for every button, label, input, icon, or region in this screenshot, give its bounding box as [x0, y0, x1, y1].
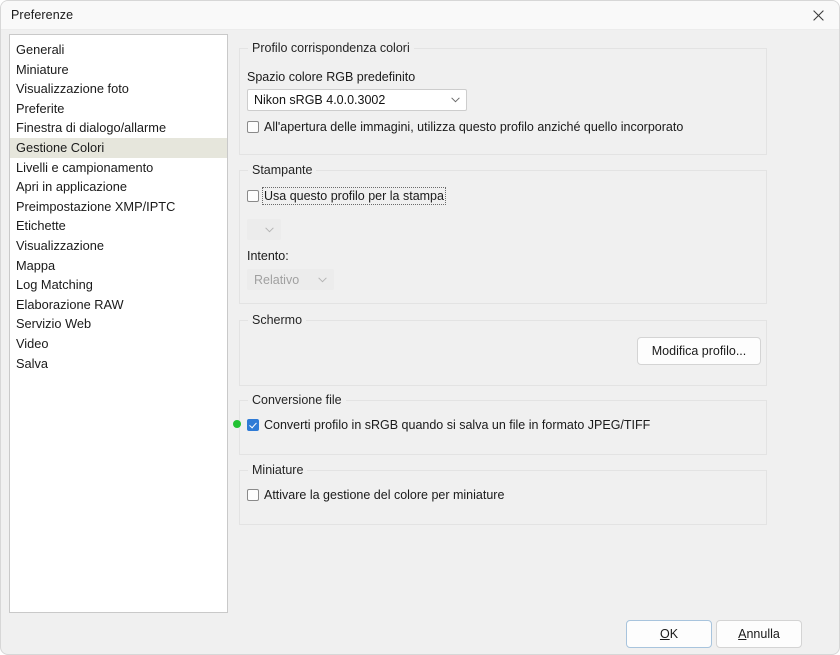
sidebar-item-label: Preimpostazione XMP/IPTC: [16, 198, 176, 214]
cancel-label-suffix: nnulla: [746, 627, 780, 641]
checkbox-box: [247, 190, 259, 202]
sidebar-item-apri-in-applicazione[interactable]: Apri in applicazione: [10, 177, 227, 197]
checkbox-label: Attivare la gestione del colore per mini…: [264, 488, 505, 502]
sidebar-item-label: Servizio Web: [16, 316, 92, 332]
sidebar-item-label: Generali: [16, 42, 65, 57]
printer-profile-dropdown[interactable]: [247, 219, 281, 240]
intent-value: Relativo: [254, 272, 300, 287]
sidebar-item-finestra-dialogo-allarme[interactable]: Finestra di dialogo/allarme: [10, 118, 227, 138]
checkbox-label: Usa questo profilo per la stampa: [262, 187, 446, 205]
chevron-down-icon: [258, 226, 280, 233]
ok-button[interactable]: OK: [626, 620, 712, 648]
sidebar-item-etichette[interactable]: Etichette: [10, 216, 227, 236]
rgb-colorspace-value: Nikon sRGB 4.0.0.3002: [254, 93, 386, 107]
modified-setting-marker: [233, 420, 241, 428]
sidebar-item-label: Elaborazione RAW: [16, 296, 124, 312]
sidebar-item-salva[interactable]: Salva: [10, 354, 227, 374]
sidebar-item-label: Livelli e campionamento: [16, 159, 154, 175]
sidebar-item-elaborazione-raw[interactable]: Elaborazione RAW: [10, 295, 227, 315]
sidebar-item-log-matching[interactable]: Log Matching: [10, 275, 227, 295]
intent-dropdown[interactable]: Relativo: [247, 269, 334, 290]
sidebar-item-label: Mappa: [16, 257, 56, 273]
label-intento: Intento:: [247, 249, 289, 263]
preferences-dialog: Preferenze Generali Miniature Visualizza…: [0, 0, 840, 655]
checkbox-box: [247, 121, 259, 133]
window-title: Preferenze: [11, 8, 74, 22]
rgb-colorspace-dropdown[interactable]: Nikon sRGB 4.0.0.3002: [247, 89, 467, 111]
checkbox-usa-profilo-stampa[interactable]: Usa questo profilo per la stampa: [247, 187, 446, 205]
checkbox-usa-profilo-apertura[interactable]: All'apertura delle immagini, utilizza qu…: [247, 120, 683, 134]
close-icon: [812, 10, 824, 21]
group-legend-miniature: Miniature: [248, 463, 308, 477]
category-list[interactable]: Generali Miniature Visualizzazione foto …: [9, 34, 228, 613]
sidebar-item-visualizzazione-foto[interactable]: Visualizzazione foto: [10, 79, 227, 99]
edit-profile-button-label: Modifica profilo...: [651, 344, 747, 358]
checkbox-attivare-gestione-colore-miniature[interactable]: Attivare la gestione del colore per mini…: [247, 488, 504, 502]
label-spazio-colore-rgb: Spazio colore RGB predefinito: [247, 70, 416, 84]
ok-button-label: OK: [660, 627, 678, 641]
sidebar-item-video[interactable]: Video: [10, 334, 227, 354]
checkbox-label: All'apertura delle immagini, utilizza qu…: [264, 120, 684, 134]
sidebar-item-livelli-e-campionamento[interactable]: Livelli e campionamento: [10, 158, 227, 178]
chevron-down-icon: [311, 276, 333, 283]
sidebar-item-visualizzazione[interactable]: Visualizzazione: [10, 236, 227, 256]
checkbox-converti-profilo-srgb[interactable]: Converti profilo in sRGB quando si salva…: [247, 418, 650, 432]
sidebar-item-label: Miniature: [16, 61, 69, 77]
sidebar-item-label: Finestra di dialogo/allarme: [16, 120, 167, 136]
group-legend-conversione: Conversione file: [248, 393, 346, 407]
sidebar-item-label: Gestione Colori: [16, 139, 105, 155]
sidebar-item-mappa[interactable]: Mappa: [10, 256, 227, 276]
sidebar-item-label: Salva: [16, 355, 49, 371]
cancel-button-label: Annulla: [738, 627, 780, 641]
checkbox-label: Converti profilo in sRGB quando si salva…: [264, 418, 651, 432]
category-list-items: Generali Miniature Visualizzazione foto …: [10, 35, 227, 373]
cancel-button[interactable]: Annulla: [716, 620, 802, 648]
sidebar-item-label: Visualizzazione foto: [16, 81, 129, 97]
sidebar-item-miniature[interactable]: Miniature: [10, 60, 227, 80]
sidebar-item-preimpostazione-xmp-iptc[interactable]: Preimpostazione XMP/IPTC: [10, 197, 227, 217]
edit-profile-button[interactable]: Modifica profilo...: [637, 337, 761, 365]
title-bar: Preferenze: [1, 1, 839, 30]
sidebar-item-servizio-web[interactable]: Servizio Web: [10, 314, 227, 334]
settings-panel: Profilo corrispondenza colori Spazio col…: [233, 34, 805, 604]
group-legend-profilo: Profilo corrispondenza colori: [248, 41, 414, 55]
sidebar-item-label: Preferite: [16, 100, 65, 116]
group-legend-stampante: Stampante: [248, 163, 317, 177]
chevron-down-icon: [444, 97, 466, 103]
checkbox-box: [247, 419, 259, 431]
sidebar-item-label: Visualizzazione: [16, 237, 104, 253]
sidebar-item-preferite[interactable]: Preferite: [10, 99, 227, 119]
checkbox-box: [247, 489, 259, 501]
sidebar-item-generali[interactable]: Generali: [10, 40, 227, 60]
ok-accel-char: O: [659, 627, 670, 641]
sidebar-item-gestione-colori[interactable]: Gestione Colori: [10, 137, 227, 158]
close-button[interactable]: [795, 1, 839, 30]
sidebar-item-label: Apri in applicazione: [16, 179, 127, 195]
ok-label-suffix: K: [669, 627, 679, 641]
sidebar-item-label: Log Matching: [16, 277, 93, 293]
sidebar-item-label: Etichette: [16, 218, 66, 234]
group-legend-schermo: Schermo: [248, 313, 307, 327]
sidebar-item-label: Video: [16, 335, 49, 351]
